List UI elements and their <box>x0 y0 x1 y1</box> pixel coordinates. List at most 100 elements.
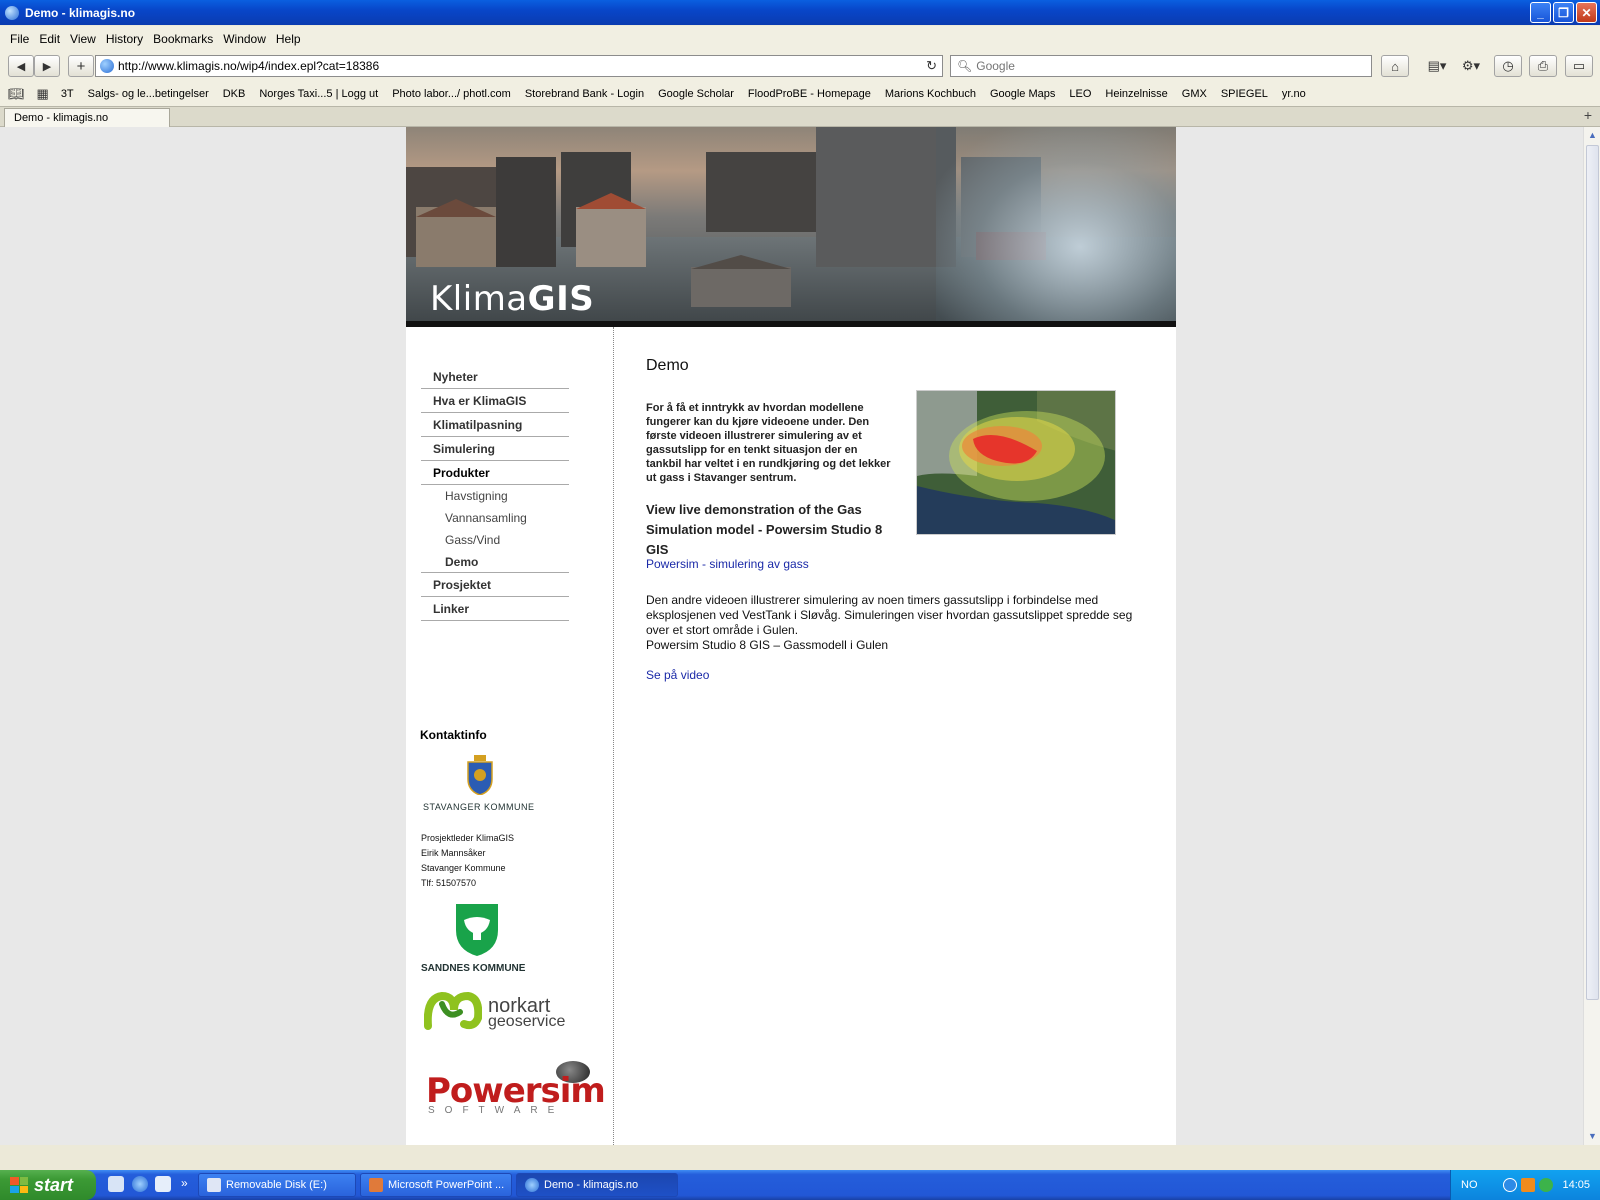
menu-file[interactable]: File <box>10 32 29 46</box>
scroll-down-icon[interactable]: ▼ <box>1585 1129 1600 1144</box>
folder-icon <box>207 1178 221 1192</box>
sandnes-shield-logo <box>456 904 498 956</box>
reader-icon[interactable]: ▭ <box>1565 55 1593 77</box>
bluetooth-icon[interactable] <box>1503 1178 1517 1192</box>
url-bar[interactable]: http://www.klimagis.no/wip4/index.epl?ca… <box>95 55 943 77</box>
sidebar-item-linker[interactable]: Linker <box>421 597 569 621</box>
scroll-up-icon[interactable]: ▲ <box>1585 128 1600 143</box>
sidebar-item-produkter[interactable]: Produkter <box>421 461 569 485</box>
browser-quicklaunch-icon[interactable] <box>132 1176 148 1192</box>
close-button[interactable]: ✕ <box>1576 2 1597 23</box>
sidebar-subitem-vannansamling[interactable]: Vannansamling <box>421 507 569 529</box>
page-title: Demo <box>646 357 689 374</box>
sidebar-item-prosjektet[interactable]: Prosjektet <box>421 573 569 597</box>
home-icon[interactable]: ⌂ <box>1381 55 1409 77</box>
language-indicator[interactable]: NO <box>1461 1179 1478 1191</box>
history-icon[interactable]: ◷ <box>1494 55 1522 77</box>
site-globe-icon <box>100 59 114 73</box>
menu-help[interactable]: Help <box>276 32 301 46</box>
gas-simulation-image[interactable] <box>916 390 1116 535</box>
menu-edit[interactable]: Edit <box>39 32 60 46</box>
bookmark-item[interactable]: Google Maps <box>990 88 1055 100</box>
menu-bookmarks[interactable]: Bookmarks <box>153 32 213 46</box>
tab-active[interactable]: Demo - klimagis.no <box>4 108 170 127</box>
second-video-text: Den andre videoen illustrerer simulering… <box>646 593 1133 637</box>
bookmark-item[interactable]: GMX <box>1182 88 1207 100</box>
window-title: Demo - klimagis.no <box>25 5 136 20</box>
add-bookmark-button[interactable]: + <box>68 55 94 77</box>
bookmark-item[interactable]: Marions Kochbuch <box>885 88 976 100</box>
bookmark-item[interactable]: Photo labor.../ photl.com <box>392 88 511 100</box>
show-desktop-icon[interactable] <box>108 1176 124 1192</box>
bookmark-item[interactable]: yr.no <box>1282 88 1306 100</box>
menu-view[interactable]: View <box>70 32 96 46</box>
sidebar-item-nyheter[interactable]: Nyheter <box>421 365 569 389</box>
windows-flag-icon <box>10 1177 28 1193</box>
network-icon[interactable] <box>1539 1178 1553 1192</box>
sidebar-nav: Nyheter Hva er KlimaGIS Klimatilpasning … <box>421 365 569 621</box>
powersim-sub: SOFTWARE <box>428 1105 565 1116</box>
tray-app-icon[interactable] <box>1521 1178 1535 1192</box>
bookmarks-book-icon[interactable]: 📖︎ <box>8 86 25 102</box>
print-icon[interactable]: ⎙ <box>1529 55 1557 77</box>
bookmark-item[interactable]: Storebrand Bank - Login <box>525 88 644 100</box>
bookmark-item[interactable]: Heinzelnisse <box>1105 88 1167 100</box>
gear-icon[interactable]: ⚙▾ <box>1457 55 1485 77</box>
apps-grid-icon[interactable]: ▦ <box>37 86 49 102</box>
bookmark-item[interactable]: Norges Taxi...5 | Logg ut <box>259 88 378 100</box>
page-menu-icon[interactable]: ▤▾ <box>1423 55 1451 77</box>
new-tab-icon[interactable]: + <box>1584 107 1592 123</box>
minimize-button[interactable]: _ <box>1530 2 1551 23</box>
bookmark-item[interactable]: FloodProBE - Homepage <box>748 88 871 100</box>
bookmark-item[interactable]: SPIEGEL <box>1221 88 1268 100</box>
powerpoint-icon <box>369 1178 383 1192</box>
web-page: KlimaGIS Nyheter Hva er KlimaGIS Klimati… <box>406 127 1176 1145</box>
menu-window[interactable]: Window <box>223 32 266 46</box>
bookmark-item[interactable]: 3T <box>61 88 74 100</box>
task-powerpoint[interactable]: Microsoft PowerPoint ... <box>360 1173 512 1197</box>
bookmark-item[interactable]: Google Scholar <box>658 88 734 100</box>
task-browser[interactable]: Demo - klimagis.no <box>516 1173 678 1197</box>
page-viewport: KlimaGIS Nyheter Hva er KlimaGIS Klimati… <box>0 127 1583 1145</box>
bookmarks-bar: 📖︎ ▦ 3T Salgs- og le...betingelser DKB N… <box>0 82 1600 106</box>
sidebar-item-simulering[interactable]: Simulering <box>421 437 569 461</box>
main-content: Demo For å få et inntrykk av hvordan mod… <box>646 357 1136 682</box>
menu-history[interactable]: History <box>106 32 143 46</box>
search-icon[interactable]: 🔍︎ <box>957 59 972 73</box>
sidebar-item-klimatilpasning[interactable]: Klimatilpasning <box>421 413 569 437</box>
powersim-gas-link[interactable]: Powersim - simulering av gass <box>646 557 809 571</box>
sidebar-subitem-demo[interactable]: Demo <box>421 551 569 573</box>
maximize-button[interactable]: ❐ <box>1553 2 1574 23</box>
menu-bar: File Edit View History Bookmarks Window … <box>0 26 1600 51</box>
window-title-bar: Demo - klimagis.no _ ❐ ✕ <box>0 0 1600 25</box>
start-button[interactable]: start <box>0 1170 96 1200</box>
sidebar-subitem-gass-vind[interactable]: Gass/Vind <box>421 529 569 551</box>
tab-strip: Demo - klimagis.no + <box>0 106 1600 127</box>
bookmark-item[interactable]: LEO <box>1069 88 1091 100</box>
firefox-icon <box>5 5 19 20</box>
norkart-logo-mark <box>424 991 482 1030</box>
reload-icon[interactable]: ↻ <box>926 58 937 74</box>
scroll-thumb[interactable] <box>1586 145 1599 1000</box>
bookmark-item[interactable]: DKB <box>223 88 246 100</box>
sidebar: Nyheter Hva er KlimaGIS Klimatilpasning … <box>406 327 614 1145</box>
watch-video-link[interactable]: Se på video <box>646 668 709 682</box>
task-removable-disk[interactable]: Removable Disk (E:) <box>198 1173 356 1197</box>
search-input[interactable] <box>976 59 1357 73</box>
clock: 14:05 <box>1562 1179 1590 1191</box>
messenger-quicklaunch-icon[interactable] <box>155 1176 171 1192</box>
second-video-caption: Powersim Studio 8 GIS – Gassmodell i Gul… <box>646 638 889 652</box>
sidebar-item-hva-er-klimagis[interactable]: Hva er KlimaGIS <box>421 389 569 413</box>
back-button[interactable]: ◀ <box>8 55 34 77</box>
sidebar-subitem-havstigning[interactable]: Havstigning <box>421 485 569 507</box>
quicklaunch-more-icon[interactable]: » <box>181 1176 188 1190</box>
stavanger-caption: STAVANGER KOMMUNE <box>423 802 535 812</box>
contact-line: Prosjektleder KlimaGIS <box>421 833 515 843</box>
bookmark-item[interactable]: Salgs- og le...betingelser <box>88 88 209 100</box>
sandnes-caption: SANDNES KOMMUNE <box>421 963 526 974</box>
forward-button[interactable]: ▶ <box>34 55 60 77</box>
search-bar[interactable]: 🔍︎ <box>950 55 1372 77</box>
url-text[interactable]: http://www.klimagis.no/wip4/index.epl?ca… <box>118 59 379 73</box>
contact-title: Kontaktinfo <box>420 728 487 742</box>
vertical-scrollbar[interactable]: ▲ ▼ <box>1583 127 1600 1145</box>
